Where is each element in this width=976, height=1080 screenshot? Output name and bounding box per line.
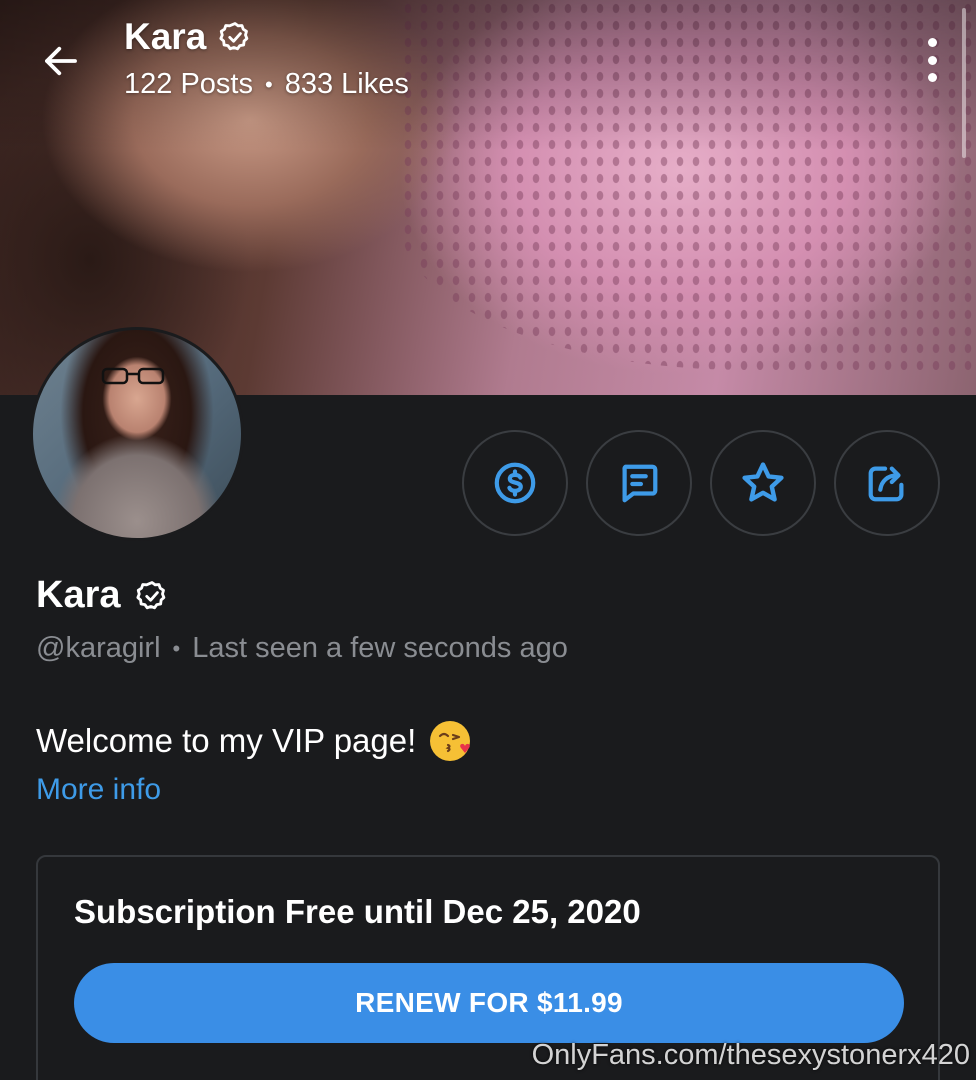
last-seen-status: Last seen a few seconds ago: [192, 632, 568, 664]
more-dot-icon: [927, 73, 937, 82]
handle-separator: •: [172, 635, 181, 661]
more-dot-icon: [927, 55, 937, 65]
profile-name: Kara: [36, 574, 121, 616]
share-icon: [868, 466, 904, 502]
header-name: Kara: [124, 16, 207, 57]
tip-button[interactable]: [462, 430, 568, 536]
kissing-face-with-heart-icon: [430, 721, 471, 761]
likes-count: 833 Likes: [284, 68, 409, 100]
profile-name-row: Kara: [36, 574, 169, 617]
header-title: Kara: [124, 16, 252, 58]
profile-handle-row: @karagirl • Last seen a few seconds ago: [36, 632, 568, 665]
share-button[interactable]: [834, 430, 940, 536]
profile-actions: [462, 430, 940, 536]
top-bar: Kara 122 Posts • 833 Likes: [0, 0, 976, 110]
avatar-glasses: [101, 367, 165, 385]
message-icon: [622, 464, 658, 503]
arrow-left-icon: [45, 46, 77, 76]
bio-text: Welcome to my VIP page!: [36, 722, 417, 759]
watermark: OnlyFans.com/thesexystonerx420: [531, 1039, 970, 1071]
renew-subscription-button[interactable]: RENEW FOR $11.99: [74, 963, 904, 1043]
profile-bio: Welcome to my VIP page!: [36, 718, 474, 764]
verified-badge-icon: [135, 580, 165, 609]
header-stats: 122 Posts • 833 Likes: [124, 68, 409, 101]
message-button[interactable]: [586, 430, 692, 536]
posts-count: 122 Posts: [124, 68, 253, 100]
avatar[interactable]: [30, 327, 244, 541]
profile-handle: @karagirl: [36, 632, 161, 664]
more-info-link[interactable]: More info: [36, 773, 161, 807]
subscription-title: Subscription Free until Dec 25, 2020: [74, 893, 641, 930]
more-dot-icon: [927, 38, 937, 47]
favorite-button[interactable]: [710, 430, 816, 536]
more-options-button[interactable]: [922, 38, 942, 82]
back-button[interactable]: [38, 38, 84, 84]
profile-page: Kara 122 Posts • 833 Likes Kara @karagir…: [0, 0, 976, 1080]
verified-badge-icon: [219, 22, 249, 51]
star-favorite-icon: [742, 462, 784, 502]
stats-separator: •: [264, 71, 273, 97]
dollar-tip-icon: [494, 462, 536, 504]
